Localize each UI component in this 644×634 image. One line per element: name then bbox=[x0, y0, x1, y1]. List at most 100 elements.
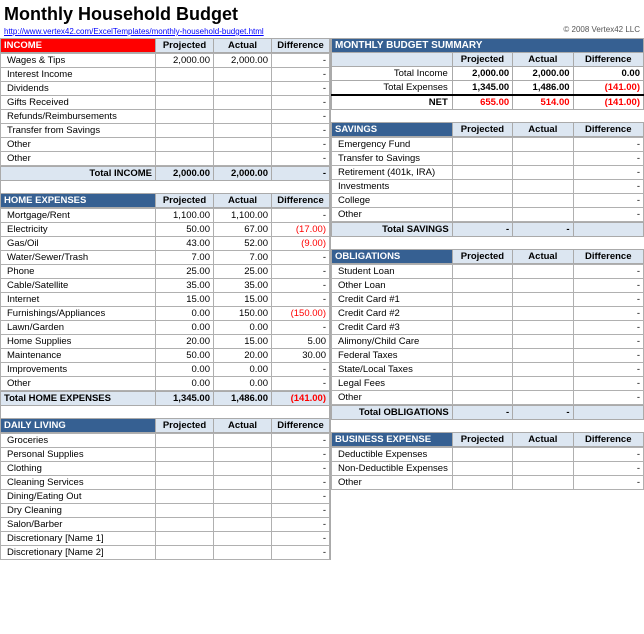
summary-projected-header: Projected bbox=[452, 53, 512, 67]
table-row: Electricity bbox=[1, 223, 156, 237]
table-row: Salon/Barber bbox=[1, 518, 156, 532]
income-projected-header: Projected bbox=[156, 39, 214, 53]
table-row: Other bbox=[332, 208, 453, 222]
income-total-label: Total INCOME bbox=[1, 167, 156, 181]
table-row: Improvements bbox=[1, 363, 156, 377]
savings-total-actual: - bbox=[513, 223, 573, 237]
table-row: Groceries bbox=[1, 434, 156, 448]
table-row: Clothing bbox=[1, 462, 156, 476]
business-projected-header: Projected bbox=[452, 433, 512, 447]
table-row: Refunds/Reimbursements bbox=[1, 110, 156, 124]
table-row: Legal Fees bbox=[332, 377, 453, 391]
daily-actual-header: Actual bbox=[214, 419, 272, 433]
home-total-diff: (141.00) bbox=[272, 392, 330, 406]
home-header: HOME EXPENSES bbox=[1, 194, 156, 208]
table-row: Transfer from Savings bbox=[1, 124, 156, 138]
table-row: Other bbox=[1, 152, 156, 166]
table-row: Transfer to Savings bbox=[332, 152, 453, 166]
obligations-diff-header: Difference bbox=[573, 250, 643, 264]
business-diff-header: Difference bbox=[573, 433, 643, 447]
obligations-total-diff bbox=[573, 406, 643, 420]
summary-net-label: NET bbox=[332, 95, 453, 110]
summary-expenses-actual: 1,486.00 bbox=[513, 81, 573, 96]
table-row: Dividends bbox=[1, 82, 156, 96]
table-row: Wages & Tips bbox=[1, 54, 156, 68]
table-row: Other bbox=[332, 391, 453, 405]
savings-total-diff bbox=[573, 223, 643, 237]
table-row: Deductible Expenses bbox=[332, 448, 453, 462]
home-total-projected: 1,345.00 bbox=[156, 392, 214, 406]
income-total-diff: - bbox=[272, 167, 330, 181]
summary-expenses-projected: 1,345.00 bbox=[452, 81, 512, 96]
savings-diff-header: Difference bbox=[573, 123, 643, 137]
savings-actual-header: Actual bbox=[513, 123, 573, 137]
table-row: Dining/Eating Out bbox=[1, 490, 156, 504]
home-total-label: Total HOME EXPENSES bbox=[1, 392, 156, 406]
daily-projected-header: Projected bbox=[156, 419, 214, 433]
income-diff-header: Difference bbox=[272, 39, 330, 53]
daily-header: DAILY LIVING bbox=[1, 419, 156, 433]
savings-total-label: Total SAVINGS bbox=[332, 223, 453, 237]
table-row: Lawn/Garden bbox=[1, 321, 156, 335]
obligations-projected-header: Projected bbox=[452, 250, 512, 264]
income-actual-header: Actual bbox=[214, 39, 272, 53]
table-row: Alimony/Child Care bbox=[332, 335, 453, 349]
summary-diff-header: Difference bbox=[573, 53, 643, 67]
table-row: Maintenance bbox=[1, 349, 156, 363]
table-row: Non-Deductible Expenses bbox=[332, 462, 453, 476]
page-title: Monthly Household Budget bbox=[4, 2, 563, 27]
table-row: Gifts Received bbox=[1, 96, 156, 110]
table-row: Federal Taxes bbox=[332, 349, 453, 363]
table-row: Interest Income bbox=[1, 68, 156, 82]
daily-diff-header: Difference bbox=[272, 419, 330, 433]
home-diff-header: Difference bbox=[272, 194, 330, 208]
summary-net-actual: 514.00 bbox=[513, 95, 573, 110]
table-row: Personal Supplies bbox=[1, 448, 156, 462]
savings-header: SAVINGS bbox=[332, 123, 453, 137]
summary-actual-header: Actual bbox=[513, 53, 573, 67]
table-row: Gas/Oil bbox=[1, 237, 156, 251]
copyright: © 2008 Vertex42 LLC bbox=[563, 25, 640, 36]
income-total-projected: 2,000.00 bbox=[156, 167, 214, 181]
summary-income-projected: 2,000.00 bbox=[452, 67, 512, 81]
table-row: Home Supplies bbox=[1, 335, 156, 349]
table-row: State/Local Taxes bbox=[332, 363, 453, 377]
income-header: INCOME bbox=[1, 39, 156, 53]
table-row: Discretionary [Name 2] bbox=[1, 546, 156, 560]
table-row: Furnishings/Appliances bbox=[1, 307, 156, 321]
table-row: Other bbox=[1, 138, 156, 152]
summary-expenses-diff: (141.00) bbox=[573, 81, 643, 96]
home-projected-header: Projected bbox=[156, 194, 214, 208]
table-row: Credit Card #3 bbox=[332, 321, 453, 335]
table-row: Cable/Satellite bbox=[1, 279, 156, 293]
business-header: BUSINESS EXPENSE bbox=[332, 433, 453, 447]
summary-net-diff: (141.00) bbox=[573, 95, 643, 110]
savings-total-projected: - bbox=[452, 223, 512, 237]
table-row: Other bbox=[332, 476, 453, 490]
home-actual-header: Actual bbox=[214, 194, 272, 208]
summary-expenses-label: Total Expenses bbox=[332, 81, 453, 96]
obligations-total-label: Total OBLIGATIONS bbox=[332, 406, 453, 420]
table-row: Retirement (401k, IRA) bbox=[332, 166, 453, 180]
summary-income-diff: 0.00 bbox=[573, 67, 643, 81]
home-total-actual: 1,486.00 bbox=[214, 392, 272, 406]
table-row: Mortgage/Rent bbox=[1, 209, 156, 223]
business-actual-header: Actual bbox=[513, 433, 573, 447]
summary-net-projected: 655.00 bbox=[452, 95, 512, 110]
table-row: Other Loan bbox=[332, 279, 453, 293]
table-row: Credit Card #1 bbox=[332, 293, 453, 307]
savings-projected-header: Projected bbox=[452, 123, 512, 137]
summary-income-label: Total Income bbox=[332, 67, 453, 81]
table-row: Emergency Fund bbox=[332, 138, 453, 152]
table-row: Student Loan bbox=[332, 265, 453, 279]
income-total-actual: 2,000.00 bbox=[214, 167, 272, 181]
obligations-header: OBLIGATIONS bbox=[332, 250, 453, 264]
table-row: Phone bbox=[1, 265, 156, 279]
table-row: Internet bbox=[1, 293, 156, 307]
summary-header: MONTHLY BUDGET SUMMARY bbox=[332, 39, 644, 53]
table-row: Other bbox=[1, 377, 156, 391]
table-row: Discretionary [Name 1] bbox=[1, 532, 156, 546]
url-link[interactable]: http://www.vertex42.com/ExcelTemplates/m… bbox=[4, 27, 563, 36]
table-row: Water/Sewer/Trash bbox=[1, 251, 156, 265]
table-row: Cleaning Services bbox=[1, 476, 156, 490]
